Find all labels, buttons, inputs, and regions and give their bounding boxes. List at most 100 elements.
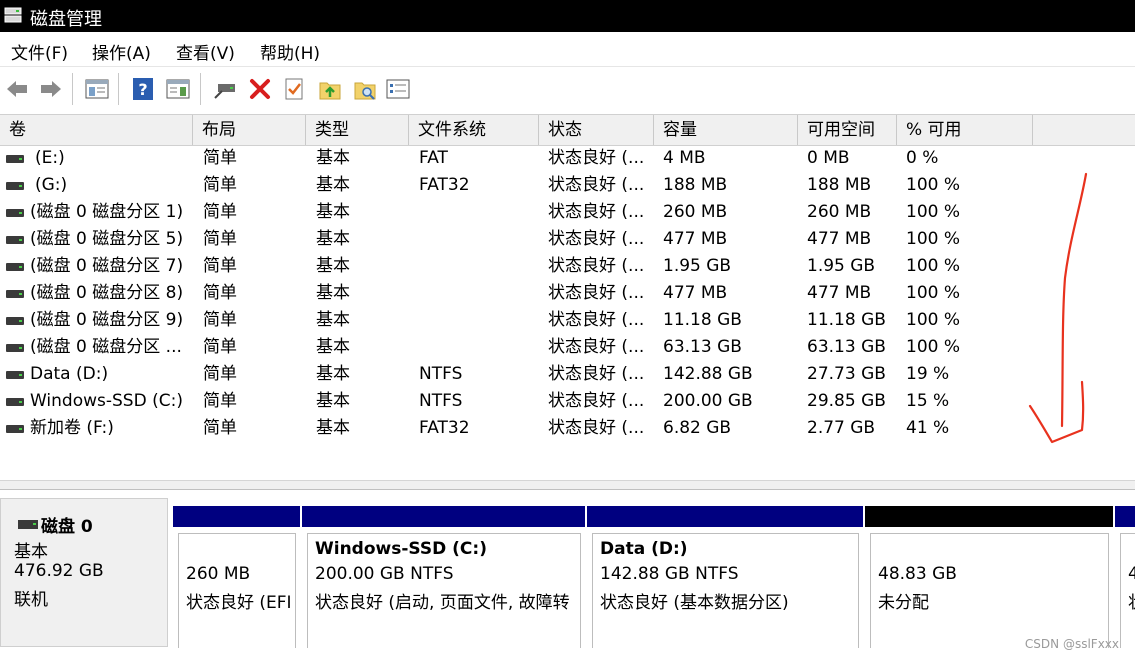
table-cell: 简单: [203, 391, 237, 411]
table-row[interactable]: Windows-SSD (C:) 简单 基本 NTFS 状态良好 (... 200.00 …: [0, 388, 1135, 415]
partition-size: 4: [1128, 564, 1135, 584]
partition-block[interactable]: Data (D:) 142.88 GB NTFS 状态良好 (基本数据分区): [587, 506, 863, 648]
disk-size: 476.92 GB: [14, 561, 104, 581]
volume-icon: [6, 317, 24, 325]
partition-body: 4状: [1120, 533, 1135, 648]
column-header-layout[interactable]: 布局: [193, 115, 306, 145]
help-icon[interactable]: ?: [130, 76, 156, 102]
table-cell: (磁盘 0 磁盘分区 1): [30, 202, 184, 222]
menu-bar: 文件(F) 操作(A) 查看(V) 帮助(H): [0, 32, 1135, 66]
column-header-type[interactable]: 类型: [306, 115, 409, 145]
watermark: CSDN @sslFxxx: [1024, 637, 1119, 651]
pane-splitter[interactable]: [0, 480, 1135, 490]
partition-block[interactable]: Windows-SSD (C:) 200.00 GB NTFS 状态良好 (启动, …: [302, 506, 585, 648]
delete-icon[interactable]: [247, 76, 273, 102]
forward-icon[interactable]: [38, 76, 64, 102]
table-cell: 477 MB: [807, 283, 872, 303]
table-row[interactable]: (磁盘 0 磁盘分区 9) 简单 基本 状态良好 (... 11.18 GB 11.18 …: [0, 307, 1135, 334]
table-row[interactable]: (磁盘 0 磁盘分区 8) 简单 基本 状态良好 (... 477 MB 477 MB 10…: [0, 280, 1135, 307]
table-cell: 基本: [316, 175, 350, 195]
table-cell: 简单: [203, 310, 237, 330]
column-header-volume[interactable]: 卷: [0, 115, 193, 145]
table-cell: 260 MB: [663, 202, 728, 222]
table-cell: Data (D:): [30, 364, 109, 384]
hand-drawn-arrow-annotation: [1028, 172, 1088, 444]
table-cell: (E:): [35, 148, 65, 168]
column-header-capacity[interactable]: 容量: [654, 115, 798, 145]
table-row[interactable]: Data (D:) 简单 基本 NTFS 状态良好 (... 142.88 GB 27.73…: [0, 361, 1135, 388]
partition-body: 48.83 GB 未分配: [870, 533, 1109, 648]
volume-icon: [6, 398, 24, 406]
partition-size: 200.00 GB NTFS: [315, 564, 454, 584]
table-cell: 状态良好 (...: [548, 364, 645, 384]
partition-status: 未分配: [878, 593, 929, 613]
folder-up-icon[interactable]: [317, 76, 343, 102]
partition-title: Windows-SSD (C:): [315, 539, 487, 559]
properties-icon[interactable]: [385, 76, 411, 102]
table-cell: 11.18 GB: [663, 310, 742, 330]
table-cell: 状态良好 (...: [548, 310, 645, 330]
folder-search-icon[interactable]: [352, 76, 378, 102]
partition-block[interactable]: 4状: [1115, 506, 1135, 648]
table-row[interactable]: (磁盘 0 磁盘分区 1) 简单 基本 状态良好 (... 260 MB 260 MB 10…: [0, 199, 1135, 226]
table-cell: FAT32: [419, 175, 470, 195]
partition-color-bar: [865, 506, 1113, 527]
table-row[interactable]: (磁盘 0 磁盘分区 ... 简单 基本 状态良好 (... 63.13 GB 63.13…: [0, 334, 1135, 361]
table-cell: 63.13 GB: [663, 337, 742, 357]
table-cell: 100 %: [906, 229, 961, 249]
table-cell: 41 %: [906, 418, 950, 438]
table-cell: 477 MB: [663, 229, 728, 249]
table-row[interactable]: (G:) 简单 基本 FAT32 状态良好 (... 188 MB 188 MB 100 %: [0, 172, 1135, 199]
connect-disk-icon[interactable]: [212, 76, 238, 102]
column-header-filesystem[interactable]: 文件系统: [409, 115, 539, 145]
table-cell: 11.18 GB: [807, 310, 886, 330]
table-cell: 状态良好 (...: [548, 391, 645, 411]
table-cell: 状态良好 (...: [548, 337, 645, 357]
console-tree-icon[interactable]: [84, 76, 110, 102]
partition-size: 260 MB: [186, 564, 251, 584]
table-cell: 状态良好 (...: [548, 202, 645, 222]
table-cell: 19 %: [906, 364, 950, 384]
volume-icon: [6, 425, 24, 433]
table-cell: 新加卷 (F:): [30, 418, 114, 438]
back-icon[interactable]: [4, 76, 30, 102]
column-header-status[interactable]: 状态: [539, 115, 654, 145]
table-cell: 基本: [316, 337, 350, 357]
table-row[interactable]: (磁盘 0 磁盘分区 5) 简单 基本 状态良好 (... 477 MB 477 MB 10…: [0, 226, 1135, 253]
menu-view[interactable]: 查看(V): [176, 39, 235, 64]
table-cell: 29.85 GB: [807, 391, 886, 411]
volume-icon: [6, 290, 24, 298]
table-cell: 27.73 GB: [807, 364, 886, 384]
action-pane-icon[interactable]: [165, 76, 191, 102]
partition-color-bar: [302, 506, 585, 527]
column-header-free-space[interactable]: 可用空间: [798, 115, 897, 145]
table-header: 卷 布局 类型 文件系统 状态 容量 可用空间 % 可用: [0, 115, 1135, 146]
table-row[interactable]: (磁盘 0 磁盘分区 7) 简单 基本 状态良好 (... 1.95 GB 1.95 GB…: [0, 253, 1135, 280]
disk-0-label[interactable]: 磁盘 0 基本 476.92 GB 联机: [0, 498, 168, 647]
partition-body: 260 MB 状态良好 (EFI: [178, 533, 296, 648]
partition-color-bar: [587, 506, 863, 527]
toolbar: ?: [0, 66, 1135, 113]
menu-file[interactable]: 文件(F): [11, 39, 68, 64]
check-icon[interactable]: [281, 76, 307, 102]
toolbar-separator: [200, 73, 201, 105]
table-cell: 状态良好 (...: [548, 175, 645, 195]
table-row[interactable]: 新加卷 (F:) 简单 基本 FAT32 状态良好 (... 6.82 GB 2.77 GB…: [0, 415, 1135, 442]
partition-block[interactable]: 48.83 GB 未分配: [865, 506, 1113, 648]
table-cell: [419, 307, 537, 334]
table-cell: FAT: [419, 148, 448, 168]
table-cell: 简单: [203, 202, 237, 222]
table-cell: (G:): [35, 175, 68, 195]
table-cell: 188 MB: [807, 175, 872, 195]
table-cell: 142.88 GB: [663, 364, 753, 384]
partition-block[interactable]: 260 MB 状态良好 (EFI: [173, 506, 300, 648]
partition-status: 状态良好 (基本数据分区): [600, 593, 789, 613]
menu-help[interactable]: 帮助(H): [260, 39, 320, 64]
svg-text:?: ?: [138, 80, 147, 99]
column-header-percent-free[interactable]: % 可用: [897, 115, 1033, 145]
table-cell: 0 MB: [807, 148, 850, 168]
volume-icon: [6, 155, 24, 163]
table-row[interactable]: (E:) 简单 基本 FAT 状态良好 (... 4 MB 0 MB 0 %: [0, 145, 1135, 172]
menu-action[interactable]: 操作(A): [92, 39, 151, 64]
table-cell: 100 %: [906, 175, 961, 195]
